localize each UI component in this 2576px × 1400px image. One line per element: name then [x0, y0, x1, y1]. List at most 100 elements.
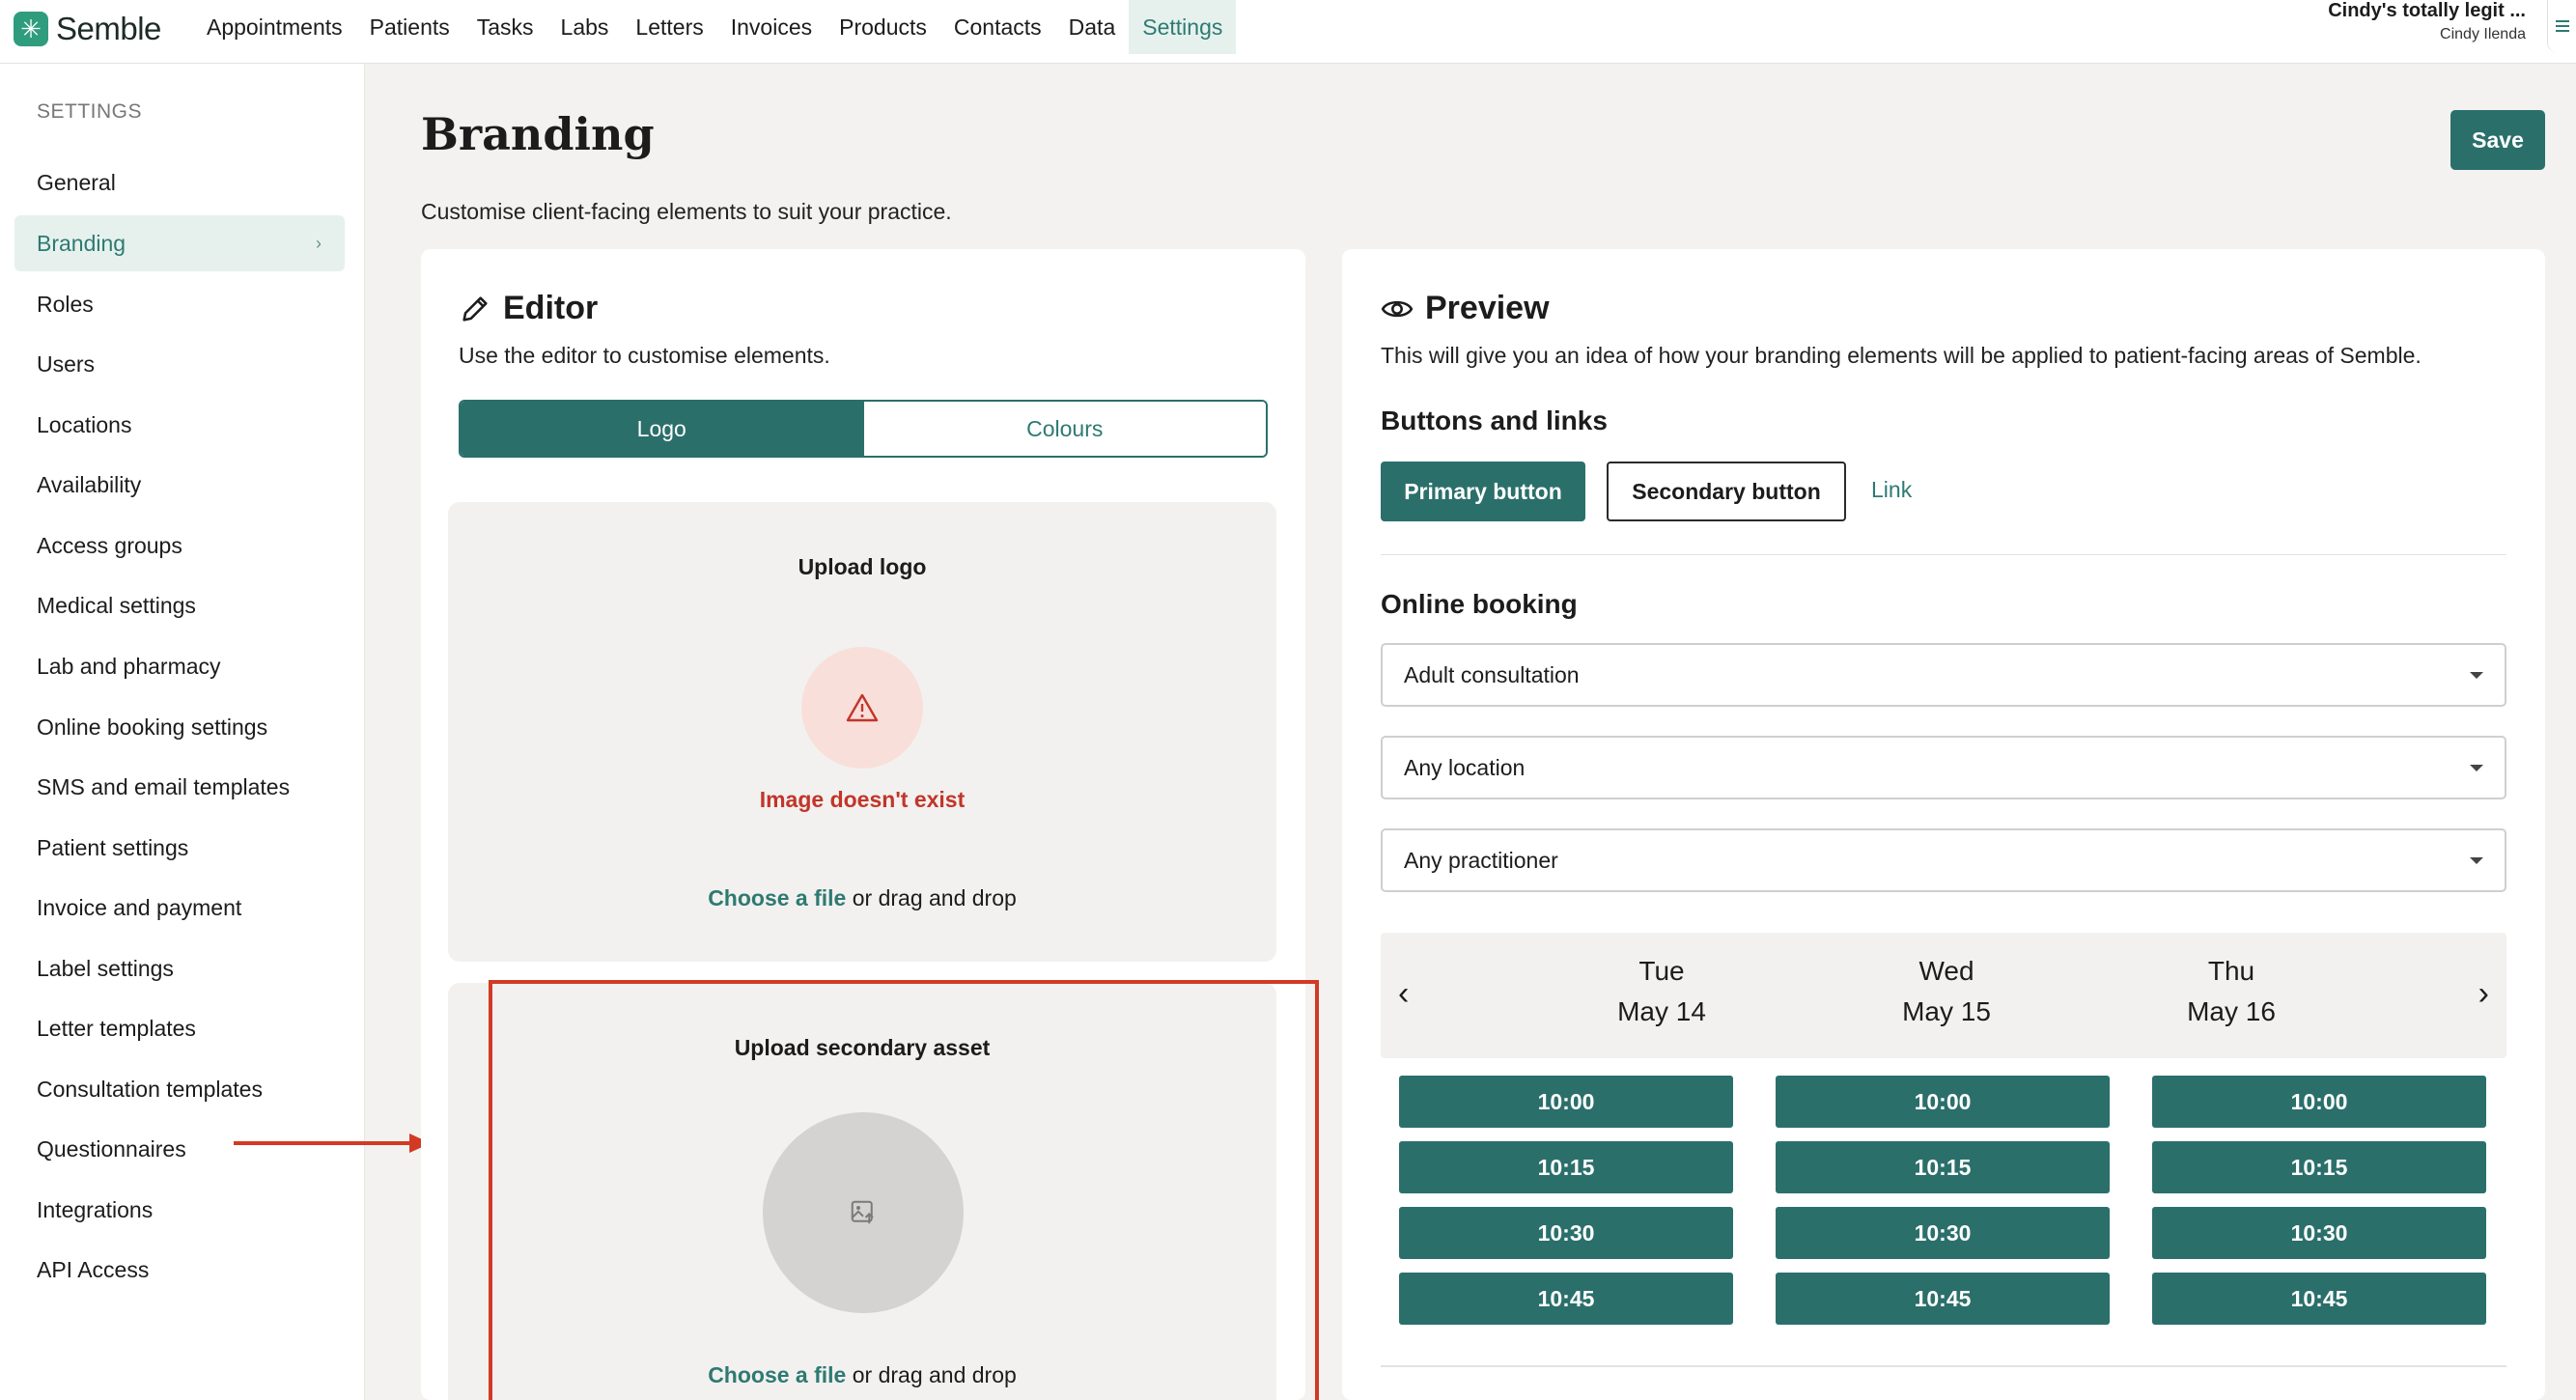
sidebar-item-label: Patient settings	[37, 834, 189, 860]
sidebar-item-availability[interactable]: Availability	[14, 457, 345, 513]
time-slot-button[interactable]: 10:30	[1776, 1207, 2110, 1259]
sidebar-item-label: Locations	[37, 411, 132, 437]
nav-products[interactable]: Products	[826, 0, 940, 54]
section-divider	[1381, 554, 2506, 555]
sidebar-item-medical-settings[interactable]: Medical settings	[14, 577, 345, 633]
sidebar-item-access-groups[interactable]: Access groups	[14, 518, 345, 574]
menu-icon[interactable]	[2547, 0, 2576, 52]
sidebar-item-label: Medical settings	[37, 592, 196, 618]
sidebar-item-general[interactable]: General	[14, 154, 345, 210]
select-value: Any practitioner	[1404, 847, 1558, 873]
time-slot-button[interactable]: 10:45	[2152, 1273, 2486, 1325]
day-name: Tue	[1638, 956, 1685, 986]
sidebar-item-label: Users	[37, 350, 96, 377]
choose-file-link[interactable]: Choose a file	[708, 885, 846, 910]
tab-colours[interactable]: Colours	[862, 402, 1266, 456]
annotation-arrow-icon	[234, 1134, 431, 1153]
time-slot-button[interactable]: 10:45	[1776, 1273, 2110, 1325]
sidebar-item-label: SMS and email templates	[37, 773, 291, 799]
chevron-right-icon[interactable]: ›	[2478, 975, 2489, 1013]
day-date: May 15	[1902, 996, 1991, 1026]
time-slot-button[interactable]: 10:15	[2152, 1141, 2486, 1193]
sidebar-item-branding[interactable]: Branding ›	[14, 215, 345, 271]
editor-title: Editor	[503, 290, 599, 326]
sidebar-item-sms-email-templates[interactable]: SMS and email templates	[14, 759, 345, 815]
sidebar-item-label: Online booking settings	[37, 714, 268, 740]
sidebar-item-label: Availability	[37, 471, 142, 497]
sidebar-item-label-settings[interactable]: Label settings	[14, 940, 345, 996]
editor-tabs: Logo Colours	[459, 400, 1268, 458]
calendar-header: ‹ Tue May 14 Wed May 15 Thu May 16 ›	[1381, 933, 2506, 1058]
pencil-icon	[459, 293, 491, 325]
editor-subtitle: Use the editor to customise elements.	[459, 343, 830, 368]
user-organisation: Cindy's totally legit ...	[2328, 0, 2526, 21]
nav-tasks[interactable]: Tasks	[463, 0, 547, 54]
nav-invoices[interactable]: Invoices	[717, 0, 826, 54]
page-title: Branding	[421, 108, 655, 160]
main-nav: Appointments Patients Tasks Labs Letters…	[193, 0, 1237, 54]
sidebar-item-api-access[interactable]: API Access	[14, 1242, 345, 1298]
practitioner-select[interactable]: Any practitioner	[1381, 828, 2506, 892]
preview-heading: Preview	[1381, 290, 1550, 327]
time-slot-button[interactable]: 10:00	[1399, 1076, 1733, 1128]
nav-contacts[interactable]: Contacts	[940, 0, 1055, 54]
online-booking-heading: Online booking	[1381, 589, 1578, 619]
preview-title: Preview	[1425, 290, 1550, 326]
nav-patients[interactable]: Patients	[356, 0, 463, 54]
buttons-links-heading: Buttons and links	[1381, 406, 1608, 435]
caret-down-icon	[2470, 857, 2483, 864]
sidebar-item-invoice-and-payment[interactable]: Invoice and payment	[14, 880, 345, 936]
sidebar-item-label: Label settings	[37, 955, 174, 981]
sidebar-item-label: Lab and pharmacy	[37, 653, 221, 679]
sidebar-item-roles[interactable]: Roles	[14, 276, 345, 332]
save-button[interactable]: Save	[2450, 110, 2545, 170]
location-select[interactable]: Any location	[1381, 736, 2506, 799]
day-column-header: Tue May 14	[1584, 956, 1739, 1027]
nav-letters[interactable]: Letters	[622, 0, 716, 54]
time-slot-button[interactable]: 10:45	[1399, 1273, 1733, 1325]
link-preview[interactable]: Link	[1871, 477, 1912, 503]
nav-settings[interactable]: Settings	[1129, 0, 1237, 54]
annotation-highlight-box	[489, 980, 1319, 1400]
consultation-type-select[interactable]: Adult consultation	[1381, 643, 2506, 707]
settings-sidebar: SETTINGS General Branding › Roles Users L…	[0, 64, 365, 1400]
time-slot-button[interactable]: 10:15	[1399, 1141, 1733, 1193]
sidebar-item-label: API Access	[37, 1256, 150, 1282]
primary-button-preview[interactable]: Primary button	[1381, 462, 1585, 521]
nav-labs[interactable]: Labs	[547, 0, 623, 54]
time-slot-button[interactable]: 10:15	[1776, 1141, 2110, 1193]
logo-upload-dropzone[interactable]: Upload logo Image doesn't exist Choose a…	[448, 502, 1276, 962]
tab-logo[interactable]: Logo	[461, 402, 863, 456]
chevron-left-icon[interactable]: ‹	[1398, 975, 1409, 1013]
sidebar-heading: SETTINGS	[37, 100, 143, 123]
chevron-right-icon: ›	[316, 233, 322, 253]
select-value: Any location	[1404, 754, 1526, 780]
semble-logo-icon: ✳	[14, 12, 48, 46]
page-subtitle: Customise client-facing elements to suit…	[421, 199, 952, 224]
sidebar-item-letter-templates[interactable]: Letter templates	[14, 1000, 345, 1056]
semble-logo-text: Semble	[56, 11, 161, 46]
day-date: May 14	[1617, 996, 1706, 1026]
editor-heading: Editor	[459, 290, 598, 327]
sidebar-item-lab-and-pharmacy[interactable]: Lab and pharmacy	[14, 638, 345, 694]
sidebar-item-consultation-templates[interactable]: Consultation templates	[14, 1061, 345, 1117]
user-account[interactable]: Cindy's totally legit ... Cindy Ilenda	[2328, 0, 2526, 43]
sidebar-item-locations[interactable]: Locations	[14, 397, 345, 453]
nav-appointments[interactable]: Appointments	[193, 0, 356, 54]
time-slot-button[interactable]: 10:30	[1399, 1207, 1733, 1259]
semble-logo[interactable]: ✳ Semble	[14, 8, 161, 50]
top-navigation: ✳ Semble Appointments Patients Tasks Lab…	[0, 0, 2576, 64]
sidebar-item-label: Branding	[37, 230, 126, 256]
sidebar-item-users[interactable]: Users	[14, 336, 345, 392]
time-slot-button[interactable]: 10:00	[2152, 1076, 2486, 1128]
sidebar-item-patient-settings[interactable]: Patient settings	[14, 820, 345, 876]
time-slot-button[interactable]: 10:00	[1776, 1076, 2110, 1128]
day-name: Thu	[2207, 956, 2255, 986]
preview-subtitle: This will give you an idea of how your b…	[1381, 343, 2422, 368]
secondary-button-preview[interactable]: Secondary button	[1607, 462, 1846, 521]
time-slot-button[interactable]: 10:30	[2152, 1207, 2486, 1259]
sidebar-item-integrations[interactable]: Integrations	[14, 1182, 345, 1238]
sidebar-item-online-booking-settings[interactable]: Online booking settings	[14, 699, 345, 755]
preview-card: Preview This will give you an idea of ho…	[1342, 249, 2545, 1400]
nav-data[interactable]: Data	[1055, 0, 1130, 54]
